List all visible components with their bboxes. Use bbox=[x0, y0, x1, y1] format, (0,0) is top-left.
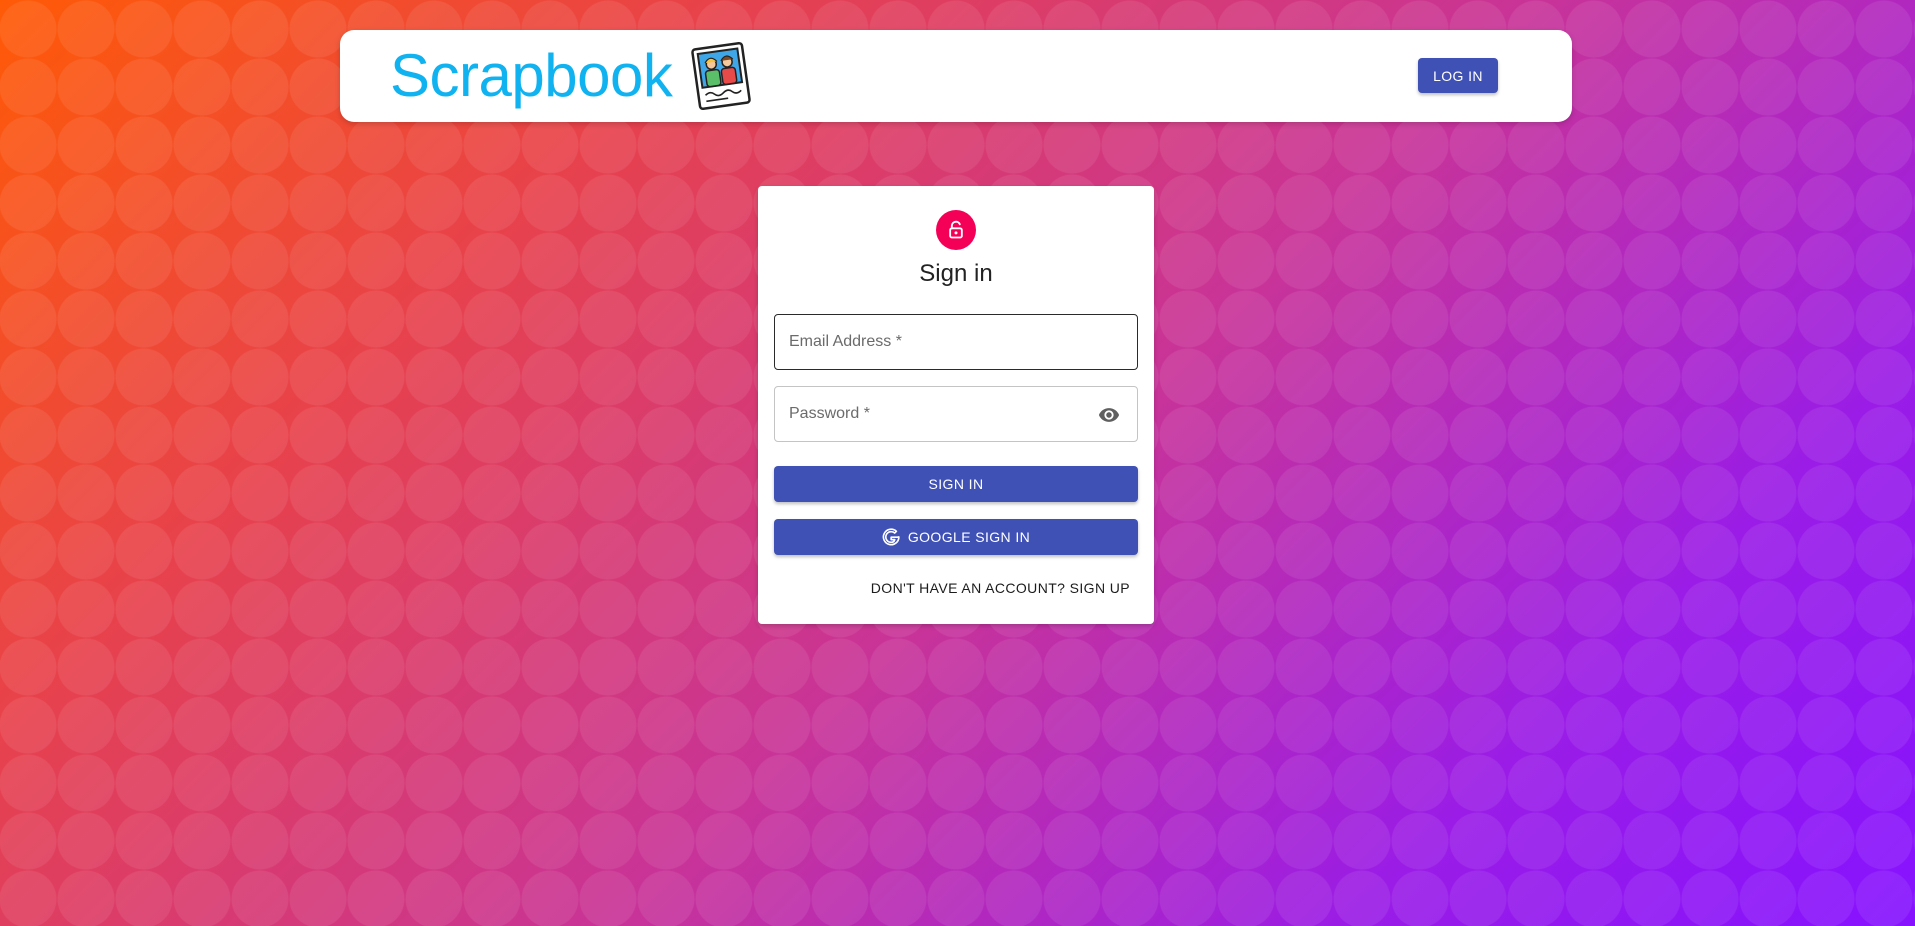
lock-icon bbox=[946, 220, 966, 240]
eye-icon[interactable] bbox=[1095, 401, 1123, 429]
google-g-icon bbox=[882, 528, 900, 546]
google-sign-in-button[interactable]: GOOGLE SIGN IN bbox=[774, 519, 1138, 555]
sign-in-card: Sign in SIGN IN GOOGLE SIGN IN DON'T HAV… bbox=[758, 186, 1154, 624]
sign-in-button[interactable]: SIGN IN bbox=[774, 466, 1138, 502]
brand-name[interactable]: Scrapbook bbox=[390, 46, 673, 106]
log-in-button[interactable]: LOG IN bbox=[1418, 58, 1498, 93]
sign-up-link[interactable]: DON'T HAVE AN ACCOUNT? SIGN UP bbox=[871, 579, 1130, 597]
email-field[interactable] bbox=[774, 314, 1138, 370]
scrapbook-photo-icon[interactable] bbox=[688, 40, 754, 112]
password-field[interactable] bbox=[774, 386, 1138, 442]
google-sign-in-label: GOOGLE SIGN IN bbox=[907, 529, 1031, 545]
password-input[interactable] bbox=[775, 387, 1137, 441]
email-input[interactable] bbox=[775, 315, 1137, 369]
app-header: Scrapbook LOG IN bbox=[340, 30, 1572, 122]
sign-in-title: Sign in bbox=[919, 260, 993, 287]
lock-avatar bbox=[936, 210, 976, 250]
brand[interactable]: Scrapbook bbox=[390, 38, 754, 114]
